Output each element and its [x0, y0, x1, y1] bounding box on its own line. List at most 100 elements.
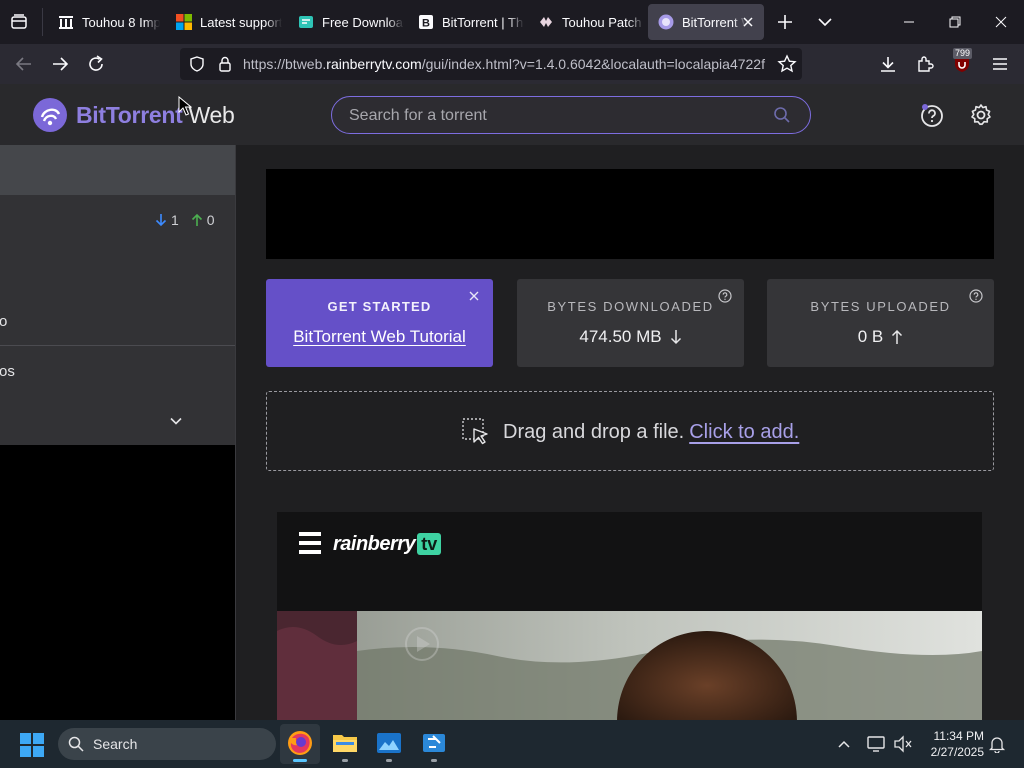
clock-date: 2/27/2025: [930, 745, 984, 759]
reload-icon[interactable]: [84, 52, 108, 76]
app-logo-text[interactable]: BitTorrent Web: [76, 102, 235, 129]
torrent-search-box[interactable]: [331, 96, 811, 134]
sidebar-selected-item[interactable]: [0, 145, 236, 195]
bytes-downloaded-label: BYTES DOWNLOADED: [547, 299, 714, 314]
url-path: /gui/index.html?v=1.4.0.6042&localauth=l…: [421, 56, 765, 72]
sidebar-item-label: os: [0, 363, 15, 380]
tab-touhou-patch[interactable]: Touhou Patch C: [528, 4, 644, 40]
menu-icon[interactable]: [299, 532, 321, 554]
bytes-downloaded-value: 474.50 MB: [579, 327, 662, 346]
drag-drop-text: Drag and drop a file.: [503, 420, 685, 443]
url-domain: rainberrytv.com: [326, 56, 422, 72]
bytes-uploaded-label: BYTES UPLOADED: [810, 299, 951, 314]
tutorial-link[interactable]: BitTorrent Web Tutorial: [266, 327, 493, 347]
photos-app-icon[interactable]: [376, 731, 402, 762]
clock-time: 11:34 PM: [933, 729, 984, 743]
get-started-label: GET STARTED: [327, 299, 432, 314]
browser-tab-strip: Touhou 8 Impe Latest support Free Downlo…: [0, 0, 1024, 44]
rainberry-promo: rainberry tv: [277, 512, 982, 722]
help-icon[interactable]: [920, 103, 944, 127]
tab-title: Touhou Patch C: [562, 14, 644, 30]
file-drop-zone[interactable]: Drag and drop a file. Click to add.: [266, 391, 994, 471]
tab-title: Latest support: [200, 14, 282, 30]
transfer-counts: 1 0: [155, 212, 215, 228]
download-arrow-icon: [155, 213, 167, 227]
tab-bittorrent-web[interactable]: BitTorrent W: [648, 4, 764, 40]
close-window-icon[interactable]: [978, 0, 1024, 44]
tab-latest-support[interactable]: Latest support: [166, 4, 282, 40]
tab-bittorrent-the[interactable]: B BitTorrent | The: [408, 4, 524, 40]
tab-free-download[interactable]: Free Download: [288, 4, 404, 40]
url-text[interactable]: https://btweb.rainberrytv.com/gui/index.…: [243, 56, 767, 72]
drag-drop-row: Drag and drop a file. Click to add.: [461, 417, 799, 447]
drag-cursor-icon: [461, 417, 491, 447]
sidebar-item-2[interactable]: os: [0, 357, 236, 397]
extensions-puzzle-icon[interactable]: [913, 52, 937, 76]
svg-text:B: B: [422, 18, 430, 30]
pillar-icon: [58, 14, 74, 30]
tab-title: Free Download: [322, 14, 404, 30]
bittorrent-web-icon: [658, 14, 674, 30]
bytes-downloaded-card: BYTES DOWNLOADED 474.50 MB: [517, 279, 744, 367]
close-card-icon[interactable]: [467, 289, 481, 303]
lock-icon[interactable]: [216, 55, 234, 73]
address-bar[interactable]: https://btweb.rainberrytv.com/gui/index.…: [180, 48, 802, 80]
file-explorer-icon[interactable]: [332, 731, 358, 762]
clock[interactable]: 11:34 PM 2/27/2025: [920, 728, 984, 760]
tab-touhou-8[interactable]: Touhou 8 Impe: [48, 4, 160, 40]
rainberry-logo[interactable]: rainberry tv: [333, 532, 442, 556]
back-arrow-icon[interactable]: [12, 52, 36, 76]
search-icon: [68, 736, 84, 752]
arrow-up-icon: [891, 329, 903, 345]
download-count: 1: [171, 212, 179, 228]
search-icon[interactable]: [773, 106, 791, 124]
upload-arrow-icon: [191, 213, 203, 227]
bittorrent-b-icon: B: [418, 14, 434, 30]
downloads-icon[interactable]: [876, 52, 900, 76]
info-icon[interactable]: [718, 289, 732, 303]
tracking-shield-icon[interactable]: [188, 55, 206, 73]
taskbar-search[interactable]: Search: [58, 728, 276, 760]
forward-arrow-icon[interactable]: [48, 52, 72, 76]
video-thumbnail[interactable]: [277, 611, 982, 722]
bookmark-star-icon[interactable]: [777, 54, 797, 74]
restore-icon[interactable]: [932, 0, 978, 44]
ublock-extension-icon[interactable]: 799: [950, 48, 974, 76]
menu-hamburger-icon[interactable]: [988, 52, 1012, 76]
ad-banner[interactable]: [266, 169, 994, 259]
torrent-search-input[interactable]: [349, 106, 759, 126]
settings-gear-icon[interactable]: [969, 103, 993, 127]
sidebar: 1 0 o os: [0, 145, 236, 720]
tab-title: Touhou 8 Impe: [82, 14, 160, 30]
expand-chevron-icon[interactable]: [168, 413, 184, 429]
bytes-downloaded-row: 474.50 MB: [517, 327, 744, 347]
browser-nav-bar: https://btweb.rainberrytv.com/gui/index.…: [0, 44, 1024, 84]
url-prefix: https://btweb.: [243, 56, 327, 72]
sidebar-item-label: o: [0, 313, 8, 330]
volume-muted-icon[interactable]: [893, 735, 913, 753]
minimize-icon[interactable]: [886, 0, 932, 44]
tab-title: BitTorrent W: [682, 14, 746, 30]
rainberry-tv-badge: tv: [417, 533, 442, 555]
get-started-card[interactable]: GET STARTED BitTorrent Web Tutorial: [266, 279, 493, 367]
close-tab-icon[interactable]: [740, 14, 756, 30]
windows-start-icon[interactable]: [20, 733, 44, 757]
windows-taskbar: Search 11:34 PM 2/27/2025: [0, 720, 1024, 768]
download-site-icon: [298, 14, 314, 30]
system-tray-chevron-icon[interactable]: [836, 736, 852, 752]
new-tab-icon[interactable]: [774, 11, 796, 33]
windows-logo-icon: [176, 14, 192, 30]
mouse-cursor-icon: [178, 96, 192, 116]
tab-list-icon[interactable]: [8, 11, 32, 33]
firefox-taskbar-icon[interactable]: [286, 729, 314, 762]
remote-desktop-icon[interactable]: [421, 731, 447, 762]
info-icon[interactable]: [969, 289, 983, 303]
arrow-down-icon: [670, 329, 682, 345]
sidebar-item-1[interactable]: o: [0, 307, 236, 347]
notification-bell-icon[interactable]: [988, 735, 1006, 753]
taskbar-search-text: Search: [93, 736, 138, 752]
bittorrent-logo-icon[interactable]: [32, 97, 68, 133]
network-icon[interactable]: [866, 735, 886, 753]
click-to-add-link[interactable]: Click to add.: [689, 421, 799, 444]
chevron-down-icon[interactable]: [814, 11, 836, 33]
